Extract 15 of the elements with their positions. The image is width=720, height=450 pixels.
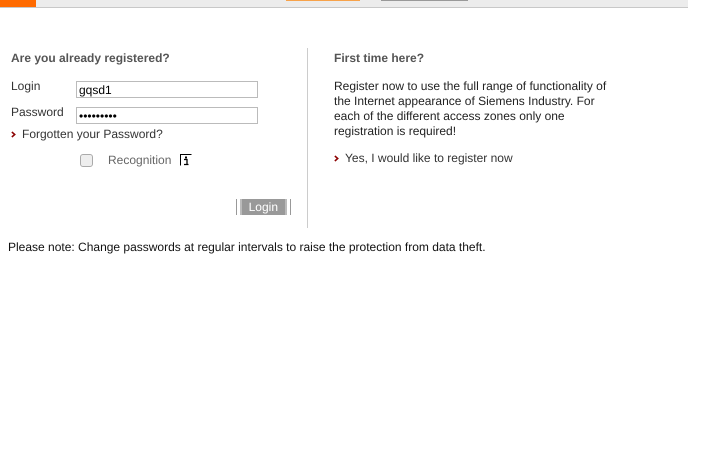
- register-link[interactable]: Yes, I would like to register now: [345, 151, 513, 165]
- recognition-checkbox[interactable]: [80, 154, 93, 166]
- field-label: Login: [11, 79, 42, 93]
- forgot-password-link[interactable]: Forgotten your Password?: [22, 127, 163, 141]
- field-label: Password: [11, 105, 65, 119]
- chevron-icon: [11, 130, 16, 138]
- note-text: Please note: Change passwords at regular intervals to raise the protection from data theft.: [8, 240, 487, 254]
- info-icon[interactable]: [180, 154, 192, 166]
- section-heading: First time here?: [334, 51, 426, 65]
- register-text: Register now to use the full range of functionality of the Internet appearance of Siemens Industry. For each of the different access zones only one registration is required!: [334, 79, 608, 139]
- checkbox-label: Recognition: [108, 153, 172, 167]
- chevron-icon: [334, 154, 339, 162]
- login-field[interactable]: gqsd1: [76, 81, 258, 98]
- section-heading: Are you already registered?: [11, 51, 171, 65]
- password-field[interactable]: •••••••••: [76, 107, 258, 124]
